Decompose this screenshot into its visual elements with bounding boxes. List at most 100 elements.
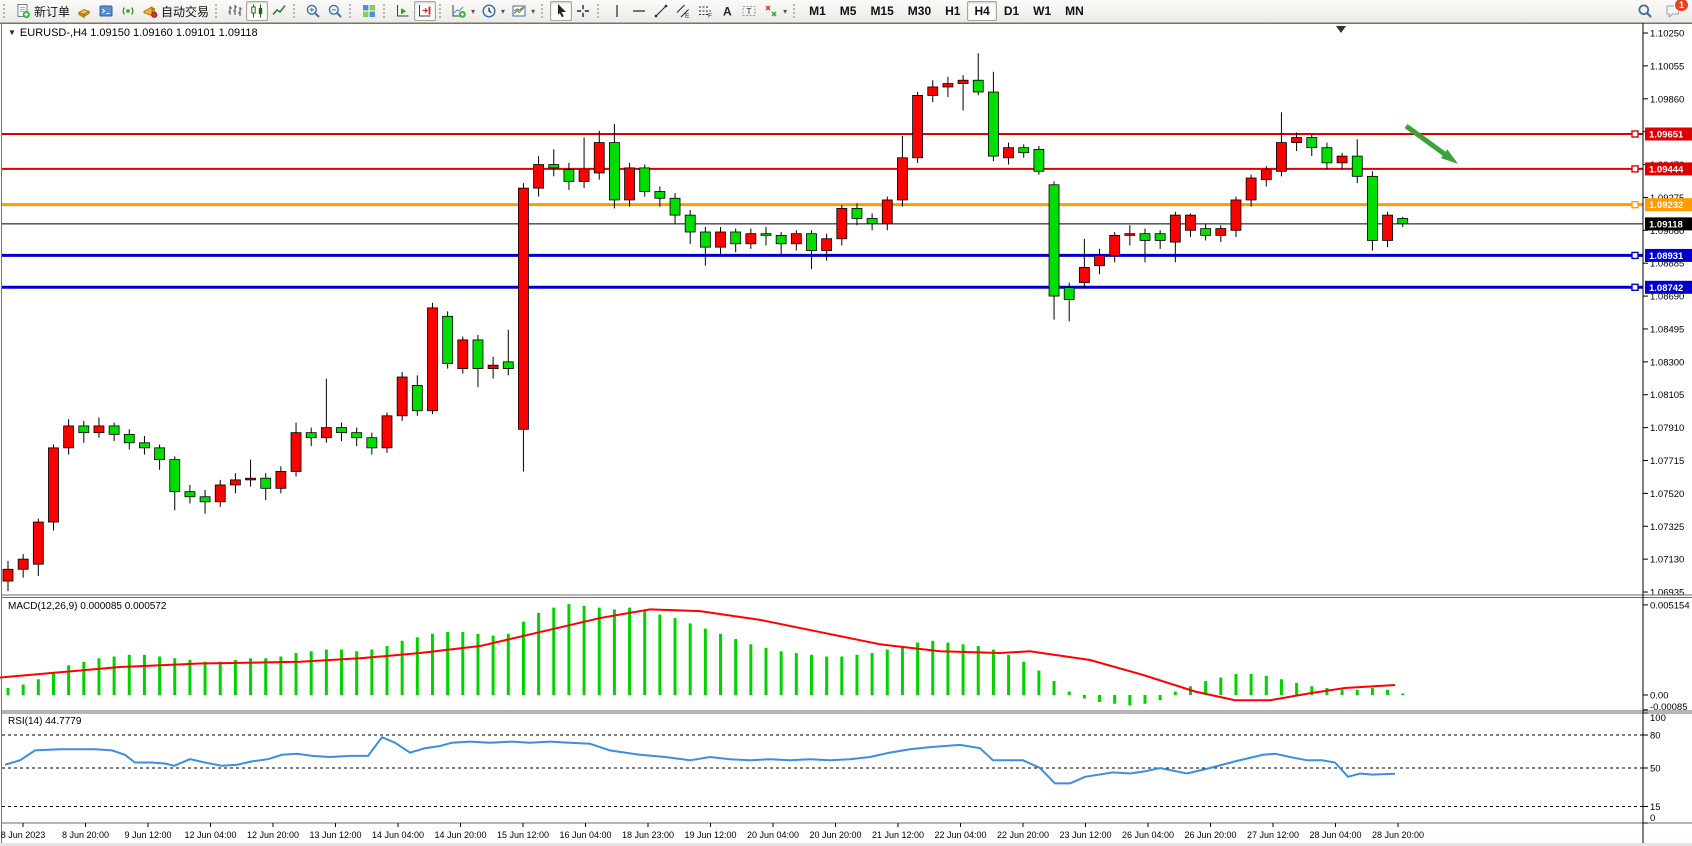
tf-m15-button[interactable]: M15 [863, 1, 900, 21]
zoom-out-button[interactable] [324, 1, 346, 21]
templates-button[interactable]: ▾ [508, 1, 538, 21]
candle-body [1398, 218, 1408, 223]
depth-of-market-button[interactable] [73, 1, 95, 21]
candle-body [1322, 148, 1332, 163]
candle-body [1170, 215, 1180, 242]
tile-windows-button[interactable] [358, 1, 380, 21]
candle-body [1292, 138, 1302, 143]
toolbar-separator [439, 4, 444, 18]
candle-body [443, 316, 453, 363]
candle-body [261, 478, 271, 488]
candle-body [897, 158, 907, 200]
chart-canvas[interactable]: 1.102501.100551.098601.096651.094701.092… [0, 0, 1692, 846]
doc-plus-icon [15, 3, 31, 19]
channel-button[interactable]: E [672, 1, 694, 21]
tf-d1-button[interactable]: D1 [997, 1, 1026, 21]
line-chart-button[interactable] [268, 1, 290, 21]
zoom-in-button[interactable] [302, 1, 324, 21]
time-label: 28 Jun 04:00 [1309, 830, 1361, 840]
time-label: 27 Jun 12:00 [1247, 830, 1299, 840]
candle-body [1383, 215, 1393, 240]
chevron-down-icon[interactable]: ▾ [783, 7, 787, 16]
tf-w1-button[interactable]: W1 [1026, 1, 1058, 21]
cursor-button[interactable] [550, 1, 572, 21]
time-label: 20 Jun 20:00 [809, 830, 861, 840]
candle-body [458, 340, 468, 369]
svg-text:1.08105: 1.08105 [1650, 390, 1684, 401]
chart-shift-button[interactable] [414, 1, 436, 21]
metaeditor-button[interactable] [95, 1, 117, 21]
time-label: 12 Jun 04:00 [184, 830, 236, 840]
label-button[interactable]: T [738, 1, 760, 21]
indicators-button[interactable]: ▾ [448, 1, 478, 21]
chevron-down-icon[interactable]: ▾ [531, 7, 535, 16]
tf-m5-button[interactable]: M5 [833, 1, 864, 21]
trendline-button[interactable] [650, 1, 672, 21]
svg-text:100: 100 [1650, 713, 1666, 724]
trendline-icon [653, 3, 669, 19]
candle-body [1095, 256, 1105, 266]
notifications-button[interactable]: 1 [1662, 1, 1684, 21]
time-label: 28 Jun 20:00 [1372, 830, 1424, 840]
chevron-down-icon[interactable]: ▾ [471, 7, 475, 16]
time-label: 22 Jun 04:00 [934, 830, 986, 840]
candle-body [655, 192, 665, 199]
svg-text:T: T [747, 7, 752, 16]
crosshair-button[interactable] [572, 1, 594, 21]
candle-body [1079, 267, 1089, 282]
candle-body [1019, 148, 1029, 153]
vertical-line-button[interactable] [606, 1, 628, 21]
candle-body [837, 208, 847, 238]
gold-cube-icon [76, 3, 92, 19]
fibonacci-button[interactable]: F [694, 1, 716, 21]
candle-body [321, 428, 331, 438]
text-icon: A [719, 3, 735, 19]
candle-body [79, 426, 89, 433]
svg-text:0.005154: 0.005154 [1650, 600, 1690, 611]
signals-button[interactable] [117, 1, 139, 21]
search-button[interactable] [1634, 1, 1656, 21]
candle-body [397, 377, 407, 416]
tf-mn-button-label: MN [1065, 4, 1084, 18]
time-label: 26 Jun 20:00 [1184, 830, 1236, 840]
candle-body [337, 428, 347, 433]
line-icon [271, 3, 287, 19]
notification-count-badge: 1 [1674, 0, 1689, 12]
tf-h1-button[interactable]: H1 [938, 1, 967, 21]
ide-icon [98, 3, 114, 19]
cursor-icon [553, 3, 569, 19]
new-order-button[interactable]: 新订单 [12, 1, 73, 21]
candle-body [958, 80, 968, 83]
auto-trading-button-label: 自动交易 [161, 3, 209, 20]
bar-chart-button[interactable] [224, 1, 246, 21]
tf-mn-button[interactable]: MN [1058, 1, 1091, 21]
periods-button[interactable]: ▾ [478, 1, 508, 21]
svg-text:F: F [708, 13, 712, 20]
hline-icon [631, 3, 647, 19]
auto-trading-button[interactable]: 自动交易 [139, 1, 212, 21]
tf-m30-button[interactable]: M30 [901, 1, 938, 21]
chevron-down-icon[interactable]: ▾ [501, 7, 505, 16]
auto-scroll-button[interactable] [392, 1, 414, 21]
indicator-icon [451, 3, 467, 19]
horizontal-line-button[interactable] [628, 1, 650, 21]
chart-svg: 1.102501.100551.098601.096651.094701.092… [0, 0, 1692, 846]
clock-icon [481, 3, 497, 19]
candle-body [291, 433, 301, 472]
toolbar-group-trade: 新订单 自动交易 [12, 0, 212, 22]
candle-body [670, 198, 680, 215]
app-window: 1.102501.100551.098601.096651.094701.092… [0, 0, 1692, 846]
svg-text:1.08742: 1.08742 [1649, 283, 1683, 294]
tf-m1-button[interactable]: M1 [802, 1, 833, 21]
collapse-triangle-icon[interactable]: ▼ [8, 28, 16, 37]
candle-body [1276, 143, 1286, 172]
candle-body [48, 448, 58, 522]
toolbar-group-timeframes: M1M5M15M30H1H4D1W1 MN [802, 0, 1091, 22]
arrows-button[interactable]: ▾ [760, 1, 790, 21]
tf-h4-button[interactable]: H4 [967, 1, 996, 21]
label-icon: T [741, 3, 757, 19]
candle-body [230, 480, 240, 485]
text-button[interactable]: A [716, 1, 738, 21]
candle-body [94, 426, 104, 433]
candle-chart-button[interactable] [246, 1, 268, 21]
